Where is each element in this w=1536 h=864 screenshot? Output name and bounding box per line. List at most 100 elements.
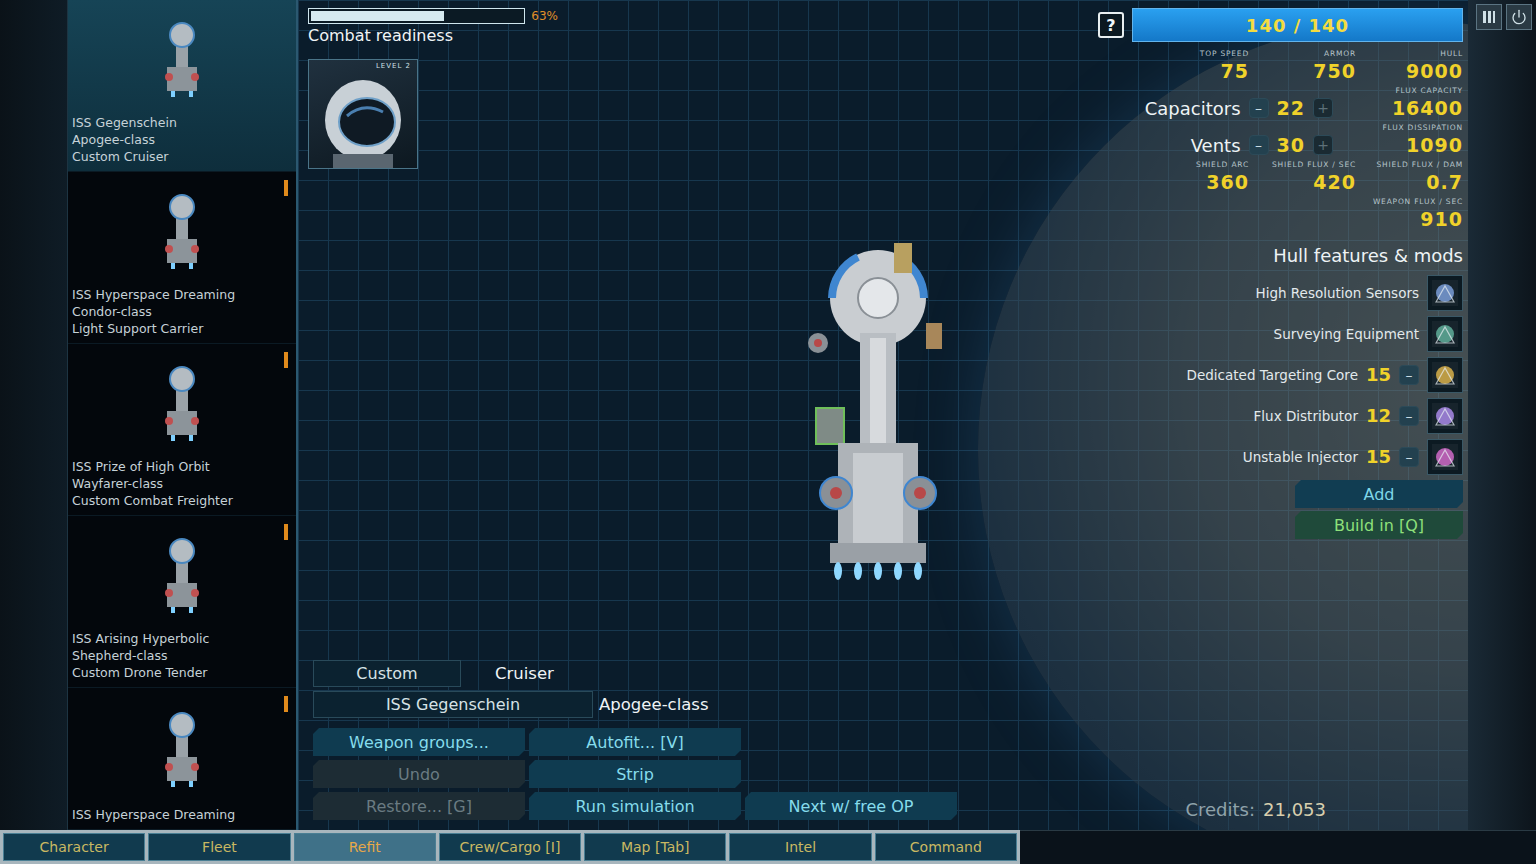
menu-button[interactable] xyxy=(1476,4,1502,30)
stat-label: HULL xyxy=(1440,49,1463,59)
action-button[interactable]: Restore... [G] xyxy=(313,792,525,820)
hullmod-cost: 12 xyxy=(1366,405,1391,426)
nav-tab[interactable]: Intel xyxy=(729,833,871,861)
stepper: Vents–30+ xyxy=(1191,133,1333,157)
stat: HULL9000 xyxy=(1356,49,1463,83)
ship-list-text: Shepherd-class xyxy=(72,647,292,664)
status-marker xyxy=(284,696,288,712)
hullmod-icon-box xyxy=(1427,275,1463,311)
ship-list-item[interactable]: ISS Hyperspace Dreaming xyxy=(68,688,296,830)
action-button[interactable]: Autofit... [V] xyxy=(529,728,741,756)
stat-row: TOP SPEED75ARMOR750HULL9000 xyxy=(1098,46,1463,83)
hullmod-action-button[interactable]: Build in [Q] xyxy=(1295,511,1463,539)
stat-label: SHIELD FLUX / DAM xyxy=(1376,160,1463,170)
ship-list-text: Custom Drone Tender xyxy=(72,664,292,681)
bottom-bar: CharacterFleetRefitCrew/Cargo [I]Map [Ta… xyxy=(0,830,1536,864)
stat-value: 16400 xyxy=(1392,96,1463,120)
hullmod-name: Unstable Injector xyxy=(1243,449,1358,465)
info-field[interactable]: Custom xyxy=(313,660,461,687)
hullmod-row[interactable]: Flux Distributor12– xyxy=(1098,395,1463,436)
hullmod-row[interactable]: High Resolution Sensors xyxy=(1098,272,1463,313)
ship-list-text: ISS Arising Hyperbolic xyxy=(72,630,292,647)
ship-thumbnail-icon xyxy=(157,363,207,447)
remove-hullmod-button[interactable]: – xyxy=(1399,406,1419,426)
hullmod-name: High Resolution Sensors xyxy=(1256,285,1419,301)
ship-icon xyxy=(798,243,958,588)
info-row: Custom Cruiser xyxy=(313,660,957,687)
increase-button[interactable]: + xyxy=(1313,135,1333,155)
hullmod-action-button[interactable]: Add xyxy=(1295,480,1463,508)
top-area: 63% Combat readiness LEVEL 2? 140 / 140 TOP … xyxy=(308,8,1463,660)
remove-hullmod-button[interactable]: – xyxy=(1399,447,1419,467)
increase-button[interactable]: + xyxy=(1313,98,1333,118)
action-button[interactable]: Weapon groups... xyxy=(313,728,525,756)
ship-list-text: Condor-class xyxy=(72,303,292,320)
nav-tab[interactable]: Fleet xyxy=(148,833,290,861)
bar-filler xyxy=(1020,830,1536,864)
action-button[interactable]: Undo xyxy=(313,760,525,788)
stat-row: WEAPON FLUX / SEC910 xyxy=(1098,194,1463,231)
hullmod-icon xyxy=(1430,401,1460,431)
credits: Credits:21,053 xyxy=(1185,799,1326,820)
info-value: Apogee-class xyxy=(599,695,709,714)
stat-value: 420 xyxy=(1313,170,1356,194)
officer-portrait[interactable]: LEVEL 2 xyxy=(308,59,418,169)
stat-value: 1090 xyxy=(1406,133,1463,157)
ship-list-item[interactable]: ISS Prize of High OrbitWayfarer-classCus… xyxy=(68,344,296,516)
frame-strip xyxy=(0,0,68,830)
stat-label: ARMOR xyxy=(1324,49,1356,59)
hullmod-row[interactable]: Surveying Equipment xyxy=(1098,313,1463,354)
power-button[interactable] xyxy=(1506,4,1532,30)
readiness-row: 63% xyxy=(308,8,558,24)
action-button[interactable]: Run simulation xyxy=(529,792,741,820)
nav-tab[interactable]: Map [Tab] xyxy=(584,833,726,861)
stepper-label: Capacitors xyxy=(1145,98,1241,119)
ordnance-bar: 140 / 140 xyxy=(1132,8,1463,42)
decrease-button[interactable]: – xyxy=(1249,98,1269,118)
info-field[interactable]: ISS Gegenschein xyxy=(313,691,593,718)
power-icon xyxy=(1511,9,1527,25)
hullmod-row[interactable]: Dedicated Targeting Core15– xyxy=(1098,354,1463,395)
info-row: ISS Gegenschein Apogee-class xyxy=(313,691,957,718)
help-button[interactable]: ? xyxy=(1098,12,1124,38)
hullmod-row[interactable]: Unstable Injector15– xyxy=(1098,436,1463,477)
ship-list-text: Custom Cruiser xyxy=(72,148,292,165)
hullmod-icon-box xyxy=(1427,357,1463,393)
ship-list-text: ISS Gegenschein xyxy=(72,114,292,131)
nav-tab[interactable]: Character xyxy=(3,833,145,861)
ship-list-text: Wayfarer-class xyxy=(72,475,292,492)
stat-value: 910 xyxy=(1420,207,1463,231)
nav-tab[interactable]: Refit xyxy=(294,833,436,861)
action-button[interactable]: Next w/ free OP xyxy=(745,792,957,820)
ship-thumbnail-icon xyxy=(157,191,207,275)
hullmod-name: Dedicated Targeting Core xyxy=(1187,367,1358,383)
ship-list-text: Apogee-class xyxy=(72,131,292,148)
nav-tab[interactable]: Crew/Cargo [I] xyxy=(439,833,581,861)
hullmod-icon xyxy=(1430,319,1460,349)
ship-list-item[interactable]: ISS GegenscheinApogee-classCustom Cruise… xyxy=(68,0,296,172)
stat: SHIELD FLUX / DAM0.7 xyxy=(1356,160,1463,194)
info-value: Cruiser xyxy=(495,664,554,683)
ship-list-item[interactable]: ISS Hyperspace DreamingCondor-classLight… xyxy=(68,172,296,344)
nav-tab[interactable]: Command xyxy=(875,833,1017,861)
stat-label: FLUX DISSIPATION xyxy=(1382,123,1463,133)
stat-value: 9000 xyxy=(1406,59,1463,83)
ship-thumbnail-icon xyxy=(157,709,207,793)
readiness-label: Combat readiness xyxy=(308,26,558,45)
decrease-button[interactable]: – xyxy=(1249,135,1269,155)
refit-controls: Custom Cruiser ISS Gegenschein Apogee-class… xyxy=(308,660,957,820)
remove-hullmod-button[interactable]: – xyxy=(1399,365,1419,385)
readiness-fill xyxy=(311,11,444,21)
stat-label: FLUX CAPACITY xyxy=(1395,86,1463,96)
hullmod-icon-box xyxy=(1427,316,1463,352)
ship-list-item[interactable]: ISS Arising HyperbolicShepherd-classCust… xyxy=(68,516,296,688)
stat: FLUX DISSIPATION1090 xyxy=(1341,123,1463,157)
features-heading: Hull features & mods xyxy=(1098,245,1463,266)
stat-label: TOP SPEED xyxy=(1200,49,1249,59)
ship-list-text: ISS Hyperspace Dreaming xyxy=(72,806,292,823)
action-button[interactable]: Strip xyxy=(529,760,741,788)
ship-thumbnail-icon xyxy=(157,535,207,619)
status-marker xyxy=(284,524,288,540)
bottom-area: Custom Cruiser ISS Gegenschein Apogee-class… xyxy=(308,660,1463,820)
ship-list-text: ISS Hyperspace Dreaming xyxy=(72,286,292,303)
